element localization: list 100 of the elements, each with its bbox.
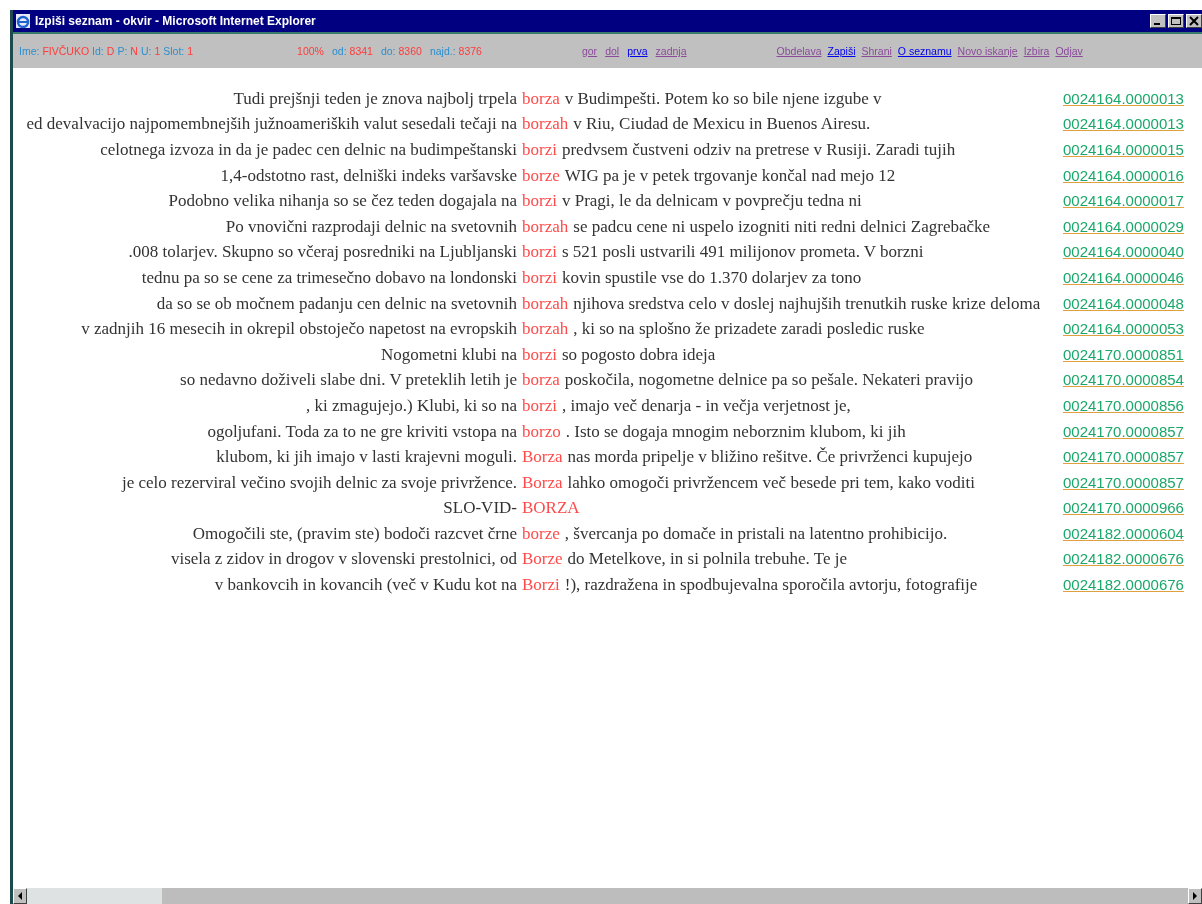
keyword-link[interactable]: borza — [522, 88, 560, 109]
right-context: , imajo več denarja - in večja verjetnost je, — [561, 395, 851, 415]
range-label: do: — [380, 45, 396, 57]
keyword-link[interactable]: Borza — [522, 447, 563, 468]
left-context: ogoljufani. Toda za to ne gre kriviti vstopa na — [207, 421, 517, 442]
menu-link[interactable]: Odjav — [1055, 45, 1083, 57]
left-context: visela z zidov in drogov v slovenski prestolnici, od — [170, 549, 517, 570]
left-context: da so se ob močnem padanju cen delnic na svetovnih — [156, 293, 517, 314]
reference-link[interactable]: 0024164.0000013 — [1063, 115, 1184, 133]
keyword-link[interactable]: Borza — [522, 472, 563, 493]
reference-link[interactable]: 0024170.0000857 — [1063, 473, 1184, 491]
keyword-link[interactable]: borzi — [522, 395, 557, 416]
left-context: tednu pa so se cene za trimesečno dobavo na londonski — [141, 267, 517, 288]
right-context: v Pragi, le da delnicam v povprečju tedna ni — [561, 191, 862, 211]
keyword-link[interactable]: borzi — [522, 140, 557, 160]
left-context: celotnega izvoza in da je padec cen delnic na budimpeštanski — [100, 140, 517, 160]
range-label: od: — [331, 45, 347, 57]
maximize-icon — [1170, 16, 1182, 26]
left-context: so nedavno doživeli slabe dni. V preteklih letih je — [180, 370, 517, 391]
reference-link[interactable]: 0024170.0000856 — [1063, 396, 1184, 414]
keyword-link[interactable]: borzi — [522, 344, 557, 365]
right-context: kovin spustile vse do 1.370 dolarjev za tono — [561, 267, 862, 287]
menu-link[interactable]: O seznamu — [897, 45, 952, 57]
reference-link[interactable]: 0024182.0000676 — [1063, 550, 1184, 568]
left-context: SLO-VID- — [443, 498, 517, 519]
keyword-link[interactable]: Borze — [522, 549, 563, 570]
keyword-link[interactable]: BORZA — [522, 498, 580, 519]
reference-link[interactable]: 0024170.0000851 — [1063, 345, 1184, 363]
right-context: lahko omogoči privržencem več besede pri tem, kako voditi — [567, 472, 975, 492]
minimize-button[interactable] — [1150, 14, 1166, 28]
window-title: Izpiši seznam - okvir - Microsoft Internet Explorer — [35, 14, 317, 28]
menu-link[interactable]: Obdelava — [776, 45, 822, 57]
close-icon — [1188, 16, 1200, 26]
nav-link[interactable]: gor — [581, 45, 598, 57]
menu-link[interactable]: Zapiši — [827, 45, 856, 57]
left-context: v zadnjih 16 mesecih in okrepil obstoječo napetost na evropskih — [81, 319, 517, 340]
reference-link[interactable]: 0024182.0000676 — [1063, 576, 1184, 594]
reference-link[interactable]: 0024164.0000040 — [1063, 243, 1184, 261]
nav-link[interactable]: zadnja — [655, 45, 687, 57]
reference-link[interactable]: 0024182.0000604 — [1063, 524, 1184, 542]
keyword-link[interactable]: borze — [522, 523, 560, 544]
menu-link[interactable]: Shrani — [861, 45, 892, 57]
right-context: do Metelkove, in si polnila trebuhe. Te je — [567, 549, 847, 569]
keyword-link[interactable]: borzo — [522, 421, 561, 442]
field-value: 1 — [187, 45, 194, 57]
left-context: Tudi prejšnji teden je znova najbolj trpela — [233, 88, 517, 109]
field-label: Id: — [92, 45, 104, 57]
left-context: ed devalvacijo najpomembnejših južnoameriških valut sesedali tečaji na — [26, 114, 517, 135]
range-value: 8360 — [398, 45, 422, 57]
menu-link[interactable]: Izbira — [1023, 45, 1050, 57]
field-label: U: — [140, 45, 152, 57]
maximize-button[interactable] — [1168, 14, 1184, 28]
field-value: FIVČUKO — [42, 45, 90, 57]
menu-link[interactable]: Novo iskanje — [957, 45, 1018, 57]
keyword-link[interactable]: borzi — [522, 267, 557, 288]
reference-link[interactable]: 0024164.0000017 — [1063, 192, 1184, 210]
right-context: predvsem čustveni odziv na pretrese v Rusiji. Zaradi tujih — [561, 140, 956, 159]
right-arrow-icon — [1192, 892, 1198, 900]
reference-link[interactable]: 0024164.0000048 — [1063, 294, 1184, 312]
nav-link[interactable]: prva — [627, 45, 648, 57]
reference-link[interactable]: 0024170.0000857 — [1063, 422, 1184, 440]
range-value: 8376 — [458, 45, 482, 57]
field-value: N — [130, 45, 138, 57]
keyword-link[interactable]: Borzi — [522, 575, 560, 596]
range-label: najd.: — [429, 45, 456, 57]
keyword-link[interactable]: borzah — [522, 319, 569, 340]
field-label: P: — [117, 45, 128, 57]
right-context: WIG pa je v petek trgovanje končal nad mejo 12 — [564, 165, 896, 185]
scroll-left-button[interactable] — [13, 888, 27, 904]
close-button[interactable] — [1186, 14, 1202, 28]
keyword-link[interactable]: borza — [522, 370, 560, 391]
reference-link[interactable]: 0024164.0000015 — [1063, 141, 1184, 158]
right-context: !), razdražena in spodbujevalna sporočila avtorju, fotografije — [564, 575, 978, 595]
keyword-link[interactable]: borzah — [522, 293, 569, 314]
reference-link[interactable]: 0024164.0000029 — [1063, 217, 1184, 235]
reference-link[interactable]: 0024170.0000966 — [1063, 499, 1184, 517]
right-context: v Budimpešti. Potem ko so bile njene izgube v — [564, 88, 882, 108]
keyword-link[interactable]: borzi — [522, 242, 557, 263]
left-context: klubom, ki jih imajo v lasti krajevni moguli. — [216, 447, 517, 468]
right-context: nas morda pripelje v bližino rešitve. Če privrženci kupujejo — [567, 447, 973, 467]
left-context: , ki zmagujejo.) Klubi, ki so na — [305, 395, 517, 416]
reference-link[interactable]: 0024170.0000854 — [1063, 371, 1184, 389]
reference-link[interactable]: 0024170.0000857 — [1063, 448, 1184, 466]
right-context: se padcu cene ni uspelo izogniti niti redni delnici Zagrebačke — [573, 216, 991, 236]
keyword-link[interactable]: borzi — [522, 191, 557, 212]
keyword-link[interactable]: borzah — [522, 216, 569, 237]
field-value: D — [106, 45, 115, 57]
nav-link[interactable]: dol — [605, 45, 620, 57]
reference-link[interactable]: 0024164.0000053 — [1063, 320, 1184, 338]
keyword-link[interactable]: borzah — [522, 114, 569, 135]
right-context: poskočila, nogometne delnice pa so pešale. Nekateri pravijo — [564, 370, 974, 390]
left-context: 1,4-odstotno rast, delniški indeks varšavske — [220, 165, 517, 186]
right-context: so pogosto dobra ideja — [561, 344, 716, 364]
scroll-right-button[interactable] — [1188, 888, 1202, 904]
reference-link[interactable]: 0024164.0000046 — [1063, 268, 1184, 286]
reference-link[interactable]: 0024164.0000013 — [1063, 89, 1184, 107]
left-context: je celo rezerviral večino svojih delnic za svoje privržence. — [121, 472, 517, 493]
field-value: 1 — [154, 45, 161, 57]
reference-link[interactable]: 0024164.0000016 — [1063, 166, 1184, 184]
keyword-link[interactable]: borze — [522, 165, 560, 186]
